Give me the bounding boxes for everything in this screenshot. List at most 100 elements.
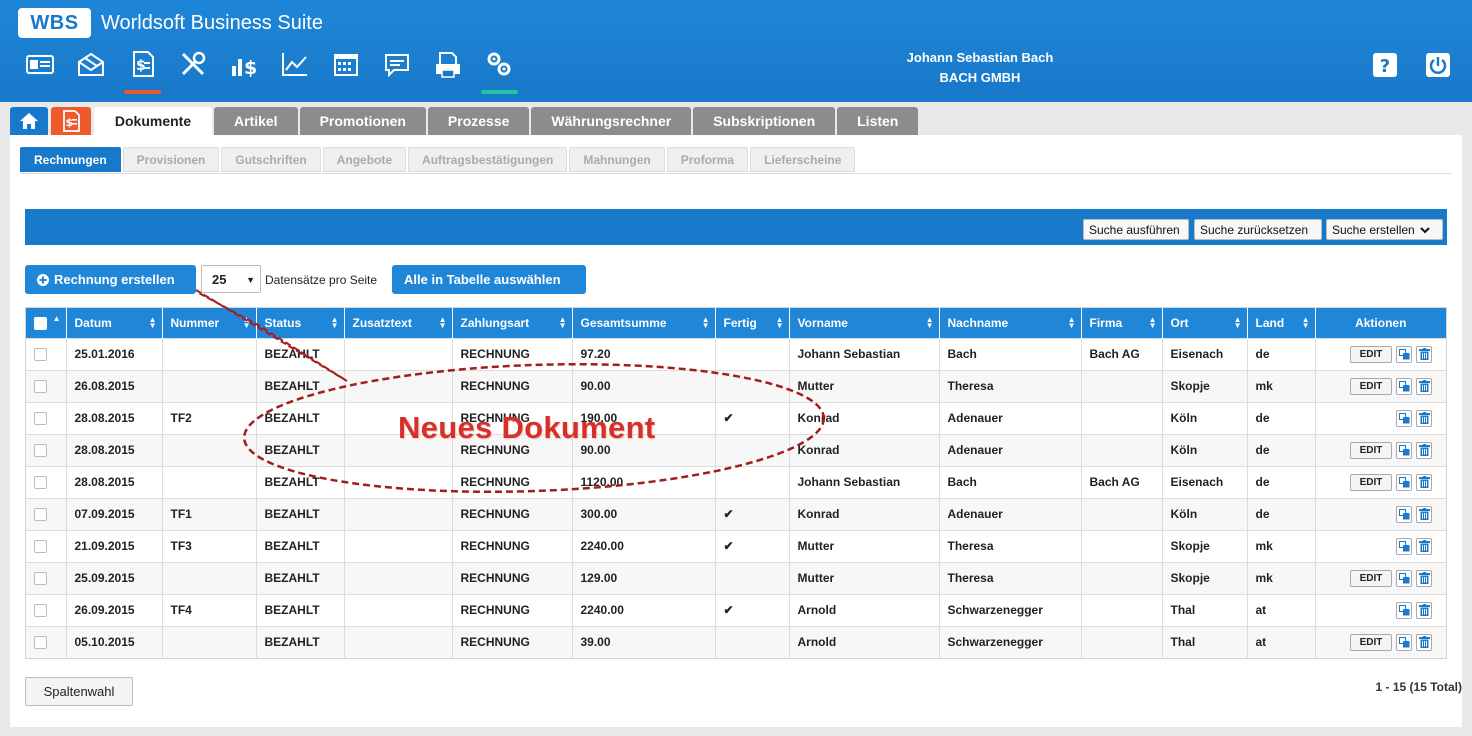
row-checkbox[interactable] xyxy=(34,444,47,458)
row-checkbox[interactable] xyxy=(34,572,47,586)
tab-subskriptionen[interactable]: Subskriptionen xyxy=(693,107,836,135)
documents-module-tab[interactable]: $ xyxy=(51,107,91,135)
tab-waehrungsrechner[interactable]: Währungsrechner xyxy=(531,107,692,135)
trash-icon[interactable] xyxy=(1416,409,1432,427)
row-checkbox[interactable] xyxy=(34,380,47,394)
col-zahlungsart[interactable]: Zahlungsart ▲ ▼ xyxy=(452,308,573,338)
tab-artikel[interactable]: Artikel xyxy=(214,107,298,135)
select-all-header[interactable]: ▲ xyxy=(26,308,67,338)
calendar-icon[interactable] xyxy=(320,50,371,94)
table-row[interactable]: 28.08.2015 TF2 BEZAHLT RECHNUNG 190.00 ✔ Konra… xyxy=(26,401,1446,434)
col-ort[interactable]: Ort ▲ ▼ xyxy=(1162,308,1248,338)
subtab-gutschriften[interactable]: Gutschriften xyxy=(221,147,321,172)
bar-dollar-icon[interactable]: $ xyxy=(218,50,269,94)
run-search-button[interactable]: Suche ausführen xyxy=(1083,219,1189,240)
edit-button[interactable]: EDIT xyxy=(1350,473,1392,491)
subtab-mahnungen[interactable]: Mahnungen xyxy=(569,147,665,172)
table-row[interactable]: 28.08.2015 BEZAHLT RECHNUNG 1120.00 Johann S… xyxy=(26,465,1446,498)
table-row[interactable]: 26.09.2015 TF4 BEZAHLT RECHNUNG 2240.00 ✔ Arno… xyxy=(26,593,1446,626)
copy-icon[interactable] xyxy=(1396,633,1412,651)
col-nachname[interactable]: Nachname ▲ ▼ xyxy=(939,308,1082,338)
tab-prozesse[interactable]: Prozesse xyxy=(427,107,530,135)
edit-button[interactable]: EDIT xyxy=(1350,345,1392,363)
subtab-provisionen[interactable]: Provisionen xyxy=(122,147,220,172)
tab-promotionen[interactable]: Promotionen xyxy=(299,107,426,135)
copy-icon[interactable] xyxy=(1396,345,1412,363)
col-nummer[interactable]: Nummer ▲ ▼ xyxy=(162,308,257,338)
create-search-dropdown[interactable]: Suche erstellen xyxy=(1326,219,1443,240)
trash-icon[interactable] xyxy=(1416,569,1432,587)
power-icon[interactable] xyxy=(1425,52,1451,78)
select-all-button[interactable]: Alle in Tabelle auswählen xyxy=(392,265,586,294)
row-checkbox[interactable] xyxy=(34,636,47,650)
table-row[interactable]: 05.10.2015 BEZAHLT RECHNUNG 39.00 Arnold Schw… xyxy=(26,625,1446,658)
edit-button[interactable]: EDIT xyxy=(1350,569,1392,587)
cell-datum: 05.10.2015 xyxy=(66,625,163,658)
trash-icon[interactable] xyxy=(1416,345,1432,363)
table-row[interactable]: 25.01.2016 BEZAHLT RECHNUNG 97.20 Johann Seb… xyxy=(26,337,1446,370)
col-gesamtsumme[interactable]: Gesamtsumme ▲ ▼ xyxy=(572,308,716,338)
row-checkbox[interactable] xyxy=(34,348,47,362)
line-chart-icon[interactable] xyxy=(269,50,320,94)
trash-icon[interactable] xyxy=(1416,473,1432,491)
table-row[interactable]: 21.09.2015 TF3 BEZAHLT RECHNUNG 2240.00 ✔ Mutt… xyxy=(26,529,1446,562)
create-invoice-button[interactable]: Rechnung erstellen xyxy=(25,265,196,294)
copy-icon[interactable] xyxy=(1396,601,1412,619)
copy-icon[interactable] xyxy=(1396,505,1412,523)
copy-icon[interactable] xyxy=(1396,473,1412,491)
row-checkbox[interactable] xyxy=(34,476,47,490)
sort-icon: ▲ ▼ xyxy=(1301,315,1310,330)
col-land[interactable]: Land ▲ ▼ xyxy=(1247,308,1316,338)
table-row[interactable]: 26.08.2015 BEZAHLT RECHNUNG 90.00 Mutter Ther… xyxy=(26,369,1446,402)
tab-listen[interactable]: Listen xyxy=(837,107,919,135)
row-checkbox[interactable] xyxy=(34,540,47,554)
edit-button[interactable]: EDIT xyxy=(1350,377,1392,395)
col-datum[interactable]: Datum ▲ ▼ xyxy=(66,308,163,338)
reset-search-button[interactable]: Suche zurücksetzen xyxy=(1194,219,1322,240)
subtab-rechnungen[interactable]: Rechnungen xyxy=(20,147,121,172)
trash-icon[interactable] xyxy=(1416,633,1432,651)
col-fertig[interactable]: Fertig ▲ ▼ xyxy=(715,308,790,338)
copy-icon[interactable] xyxy=(1396,441,1412,459)
column-select-button[interactable]: Spaltenwahl xyxy=(25,677,133,706)
subtab-auftragsbestaetigungen[interactable]: Auftragsbestätigungen xyxy=(408,147,568,172)
subtab-proforma[interactable]: Proforma xyxy=(666,147,749,172)
app-logo[interactable]: WBS xyxy=(18,8,91,38)
col-firma[interactable]: Firma ▲ ▼ xyxy=(1081,308,1163,338)
col-vorname[interactable]: Vorname ▲ ▼ xyxy=(789,308,940,338)
subtab-angebote[interactable]: Angebote xyxy=(322,147,407,172)
printer-doc-icon[interactable] xyxy=(422,50,473,94)
gears-icon[interactable] xyxy=(473,50,524,94)
tab-dokumente[interactable]: Dokumente xyxy=(94,107,212,135)
trash-icon[interactable] xyxy=(1416,377,1432,395)
id-card-icon[interactable] xyxy=(14,50,65,94)
edit-button[interactable]: EDIT xyxy=(1350,633,1392,651)
header-checkbox[interactable] xyxy=(34,316,47,330)
subtab-lieferscheine[interactable]: Lieferscheine xyxy=(750,147,856,172)
row-checkbox[interactable] xyxy=(34,508,47,522)
col-zusatztext[interactable]: Zusatztext ▲ ▼ xyxy=(344,308,453,338)
row-checkbox[interactable] xyxy=(34,604,47,618)
help-icon[interactable]: ? xyxy=(1372,52,1398,78)
chat-icon[interactable] xyxy=(371,50,422,94)
table-row[interactable]: 07.09.2015 TF1 BEZAHLT RECHNUNG 300.00 ✔ Konra… xyxy=(26,497,1446,530)
table-row[interactable]: 25.09.2015 BEZAHLT RECHNUNG 129.00 Mutter The… xyxy=(26,561,1446,594)
document-money-icon[interactable]: $ xyxy=(116,50,167,94)
trash-icon[interactable] xyxy=(1416,441,1432,459)
copy-icon[interactable] xyxy=(1396,537,1412,555)
per-page-select[interactable]: 25 ▼ xyxy=(201,265,261,293)
table-row[interactable]: 28.08.2015 BEZAHLT RECHNUNG 90.00 Konrad Aden… xyxy=(26,433,1446,466)
copy-icon[interactable] xyxy=(1396,569,1412,587)
trash-icon[interactable] xyxy=(1416,601,1432,619)
mail-icon[interactable] xyxy=(65,50,116,94)
row-checkbox[interactable] xyxy=(34,412,47,426)
trash-icon[interactable] xyxy=(1416,537,1432,555)
cell-ort: Skopje xyxy=(1162,561,1248,594)
copy-icon[interactable] xyxy=(1396,409,1412,427)
col-status[interactable]: Status ▲ ▼ xyxy=(256,308,345,338)
tools-icon[interactable] xyxy=(167,50,218,94)
home-tab[interactable] xyxy=(10,107,48,135)
copy-icon[interactable] xyxy=(1396,377,1412,395)
edit-button[interactable]: EDIT xyxy=(1350,441,1392,459)
trash-icon[interactable] xyxy=(1416,505,1432,523)
